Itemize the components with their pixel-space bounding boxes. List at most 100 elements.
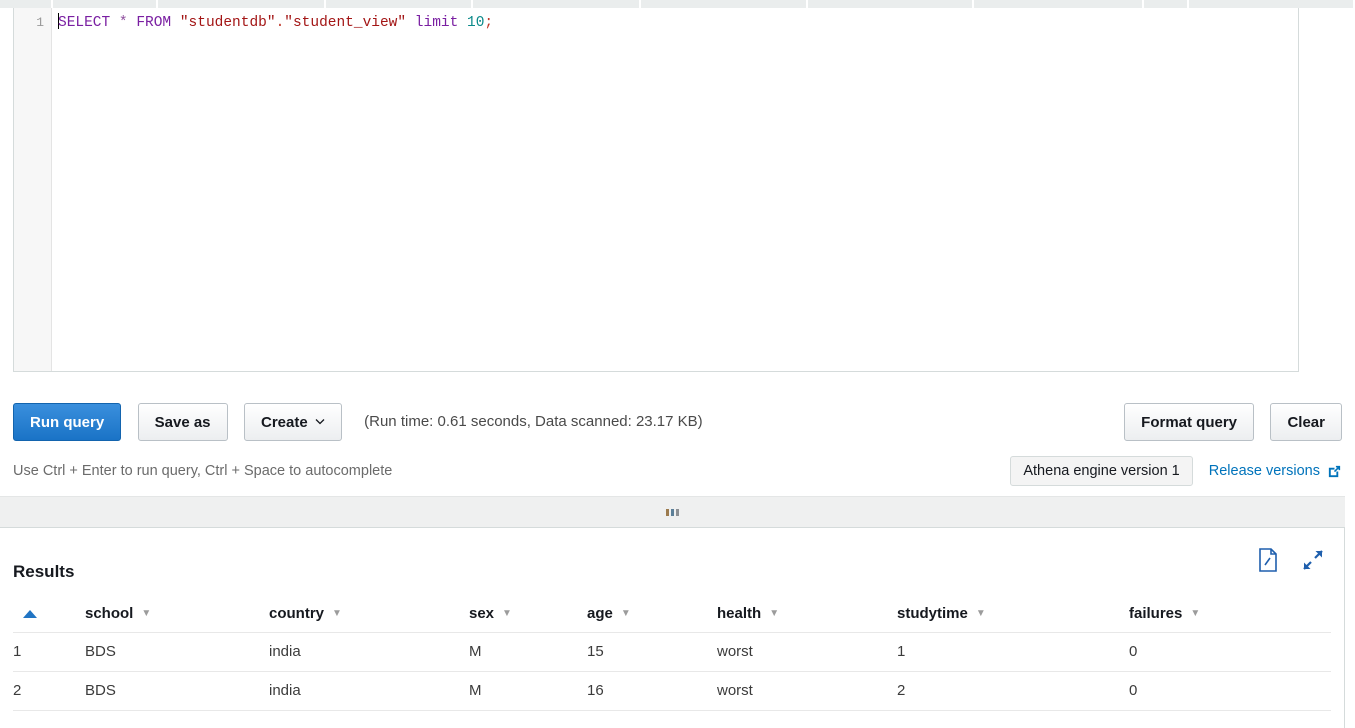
column-header-failures[interactable]: failures ▼	[1129, 596, 1331, 633]
create-button[interactable]: Create	[243, 403, 342, 441]
cell-sex: M	[469, 632, 587, 672]
column-header-age[interactable]: age ▼	[587, 596, 717, 633]
editor-code-area[interactable]: SELECT * FROM "studentdb"."student_view"…	[52, 8, 1298, 371]
athena-engine-version-badge[interactable]: Athena engine version 1	[1010, 456, 1193, 486]
keyboard-shortcut-hint: Use Ctrl + Enter to run query, Ctrl + Sp…	[13, 463, 393, 479]
sql-token-op: *	[118, 15, 128, 31]
engine-version-group: Athena engine version 1 Release versions	[1010, 456, 1342, 486]
results-header: Results	[0, 528, 1344, 596]
sql-token-punc: .	[275, 15, 285, 31]
results-title: Results	[13, 562, 75, 581]
cell-studytime: 2	[897, 671, 1129, 711]
column-header-school[interactable]: school ▼	[85, 596, 269, 633]
chevron-down-icon: ▼	[620, 607, 631, 619]
panel-splitter[interactable]	[0, 496, 1345, 528]
column-label-studytime: studytime	[897, 605, 968, 623]
results-table: school ▼ country ▼ sex ▼ age ▼ health ▼ study…	[13, 596, 1331, 711]
sql-query-line[interactable]: SELECT * FROM "studentdb"."student_view"…	[58, 12, 1298, 34]
editor-hint-row: Use Ctrl + Enter to run query, Ctrl + Sp…	[13, 456, 1342, 488]
top-tab-2[interactable]	[53, 0, 159, 8]
chevron-down-icon	[315, 416, 325, 428]
top-tab-6[interactable]	[640, 0, 809, 8]
results-actions	[1258, 548, 1324, 572]
chevron-down-icon: ▼	[502, 607, 512, 619]
download-file-icon[interactable]	[1258, 548, 1278, 572]
sql-token-punc: ;	[484, 15, 494, 31]
editor-actions-right: Format query Clear	[1112, 403, 1342, 441]
save-as-label: Save as	[154, 413, 211, 431]
sql-token-num: 10	[467, 15, 485, 31]
column-header-sex[interactable]: sex ▼	[469, 596, 587, 633]
top-tab-3[interactable]	[158, 0, 327, 8]
top-tab-9[interactable]	[1144, 0, 1190, 8]
table-row[interactable]: 1 BDS india M 15 worst 1 0	[13, 632, 1331, 672]
cell-country: india	[269, 632, 469, 672]
cell-health: worst	[717, 632, 897, 672]
cell-studytime: 1	[897, 632, 1129, 672]
clear-button[interactable]: Clear	[1270, 403, 1342, 441]
expand-icon[interactable]	[1302, 549, 1324, 571]
cell-rownum: 2	[13, 671, 85, 711]
cell-age: 15	[587, 632, 717, 672]
chevron-down-icon: ▼	[332, 607, 342, 619]
column-label-school: school	[85, 605, 134, 623]
release-versions-link[interactable]: Release versions	[1209, 463, 1342, 479]
cell-failures: 0	[1129, 671, 1331, 711]
table-row[interactable]: 2 BDS india M 16 worst 2 0	[13, 671, 1331, 711]
cell-country: india	[269, 671, 469, 711]
format-query-button[interactable]: Format query	[1124, 403, 1255, 441]
save-as-button[interactable]: Save as	[137, 403, 228, 441]
sql-token-plain	[171, 15, 180, 31]
cell-health: worst	[717, 671, 897, 711]
external-link-icon	[1327, 464, 1342, 479]
sql-token-str: "studentdb"	[179, 15, 276, 31]
column-label-health: health	[717, 605, 762, 623]
top-tab-8[interactable]	[974, 0, 1145, 8]
cell-age: 16	[587, 671, 717, 711]
query-editor[interactable]: 1 SELECT * FROM "studentdb"."student_vie…	[13, 8, 1299, 372]
chevron-down-icon: ▼	[141, 607, 152, 619]
run-query-label: Run query	[30, 413, 105, 431]
results-panel: Results school ▼ country ▼ sex ▼ age ▼ h…	[0, 528, 1345, 728]
top-tab-5[interactable]	[473, 0, 641, 8]
cell-sex: M	[469, 671, 587, 711]
table-header-row: school ▼ country ▼ sex ▼ age ▼ health ▼ study…	[13, 596, 1331, 633]
top-tab-1[interactable]	[0, 0, 54, 8]
sql-token-plain	[406, 15, 415, 31]
cell-failures: 0	[1129, 632, 1331, 672]
drag-handle-icon	[666, 508, 679, 516]
sql-token-plain	[110, 15, 119, 31]
top-tab-7[interactable]	[808, 0, 975, 8]
chevron-down-icon: ▼	[769, 607, 780, 619]
sort-ascending-icon	[23, 610, 37, 619]
create-label: Create	[260, 413, 308, 431]
sql-token-kw: SELECT	[58, 15, 111, 31]
run-query-button[interactable]: Run query	[13, 403, 122, 441]
chevron-down-icon: ▼	[1190, 607, 1201, 619]
cell-school: BDS	[85, 671, 269, 711]
cell-school: BDS	[85, 632, 269, 672]
format-query-label: Format query	[1141, 413, 1238, 431]
clear-label: Clear	[1287, 413, 1325, 431]
sql-token-kw: limit	[414, 15, 459, 31]
top-tab-strip[interactable]	[0, 0, 1355, 8]
editor-actions-toolbar: Run query Save as Create (Run time: 0.61…	[13, 403, 1342, 443]
sql-token-plain	[458, 15, 467, 31]
run-stats-text: (Run time: 0.61 seconds, Data scanned: 2…	[364, 413, 703, 430]
top-tab-4[interactable]	[326, 0, 474, 8]
column-header-rownum[interactable]	[13, 596, 85, 633]
top-tab-10[interactable]	[1189, 0, 1355, 8]
column-header-country[interactable]: country ▼	[269, 596, 469, 633]
column-header-studytime[interactable]: studytime ▼	[897, 596, 1129, 633]
sql-token-kw: FROM	[136, 15, 172, 31]
column-label-age: age	[587, 605, 613, 623]
column-header-health[interactable]: health ▼	[717, 596, 897, 633]
release-versions-label: Release versions	[1208, 463, 1320, 479]
column-label-failures: failures	[1129, 605, 1183, 623]
editor-line-number-gutter: 1	[14, 8, 52, 371]
line-number: 1	[36, 15, 44, 30]
cell-rownum: 1	[13, 632, 85, 672]
sql-token-str: "student_view"	[284, 15, 407, 31]
column-label-country: country	[269, 605, 325, 623]
column-label-sex: sex	[469, 605, 495, 623]
